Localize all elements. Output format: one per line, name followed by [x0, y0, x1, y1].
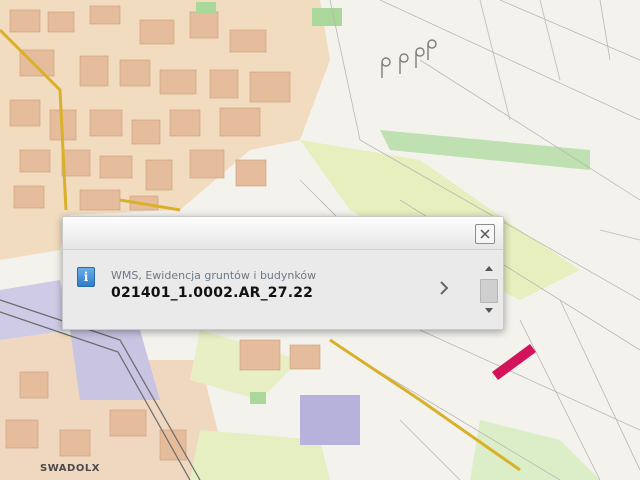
info-icon: i — [77, 267, 95, 287]
scroll-up-icon[interactable] — [484, 264, 494, 272]
close-icon[interactable] — [475, 224, 495, 244]
feature-info-popup: i WMS, Ewidencja gruntów i budynków 0214… — [62, 216, 504, 330]
feature-id: 021401_1.0002.AR_27.22 — [111, 285, 314, 301]
popup-header — [63, 217, 503, 250]
industrial-zone-west — [0, 280, 70, 340]
layer-label: WMS, Ewidencja gruntów i budynków — [111, 269, 317, 282]
scrollbar-thumb[interactable] — [480, 279, 498, 303]
chevron-right-icon[interactable] — [437, 279, 451, 297]
scroll-down-icon[interactable] — [484, 307, 494, 315]
place-label: SWADOLX — [40, 463, 100, 474]
industrial-block — [300, 395, 360, 445]
